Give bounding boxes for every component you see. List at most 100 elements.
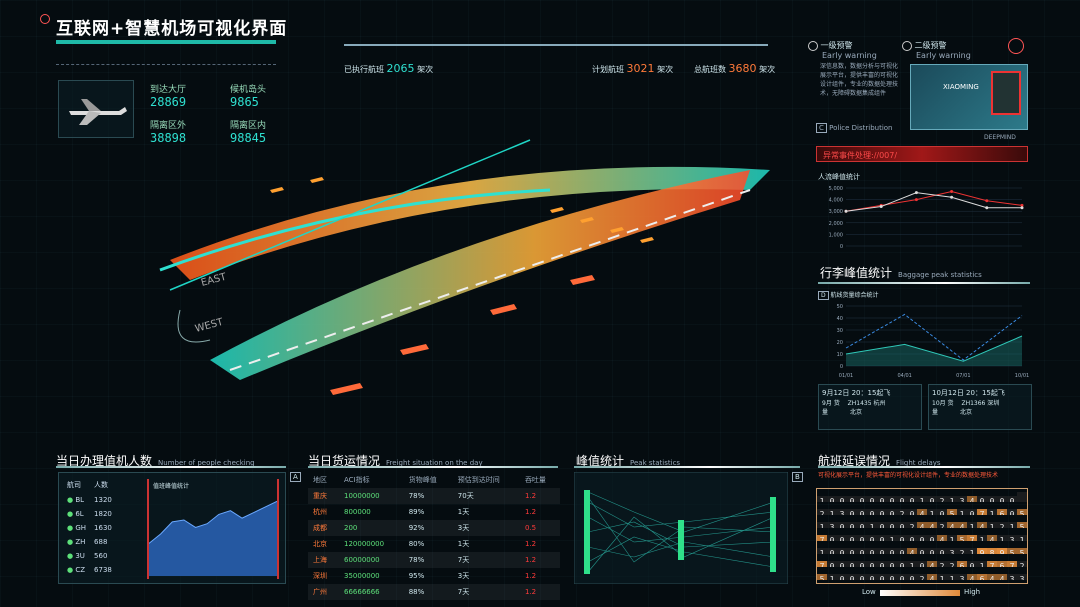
- heatmap-cell: 3: [957, 574, 967, 580]
- airport-3d-map[interactable]: EAST WEST: [150, 110, 790, 420]
- delay-divider: [818, 466, 1030, 468]
- heatmap-cell: 0: [897, 574, 907, 580]
- warning-icon: [902, 40, 912, 51]
- freight-table: 地区 ACI指标 货物峰值 预估到达时间 吞吐量 重庆 10000000 78% 70天 1.2…: [308, 472, 560, 600]
- y-tick-label: 40: [837, 316, 843, 322]
- legend-low: Low: [862, 588, 876, 596]
- flights-executed: 已执行航班 2065 架次: [344, 62, 434, 75]
- heatmap-cell: 0: [857, 574, 867, 580]
- legend-gradient: [880, 590, 960, 596]
- flights-total: 总航班数 3680 架次: [694, 62, 776, 75]
- heatmap-cell: 6: [977, 574, 987, 580]
- table-row: ● CZ 6738: [67, 566, 112, 574]
- data-point: [1020, 206, 1024, 210]
- page-title: 互联网+智慧机场可视化界面: [56, 19, 288, 39]
- checkin-divider: [56, 466, 286, 468]
- warning-icon: [808, 40, 818, 51]
- delay-heatmap: 10000000001021340000 1226213000002041051…: [816, 488, 1028, 584]
- stat-boarding: 候机岛头 9865: [230, 85, 267, 109]
- data-point: [914, 191, 918, 195]
- heatmap-row: 5100000000241134644332 5: [817, 567, 1027, 580]
- heatmap-cell: 1: [827, 574, 837, 580]
- baggage-sublabel: D 航线货量综合统计: [818, 290, 879, 300]
- y-tick-label: 4,000: [829, 198, 843, 204]
- y-tick-label: 3,000: [829, 209, 843, 215]
- series-line: [845, 190, 1023, 212]
- warning-level-1[interactable]: 一级预警 Early warning: [808, 40, 877, 60]
- data-point: [844, 209, 848, 213]
- x-tick-label: 07/01: [956, 373, 970, 379]
- heatmap-cell: 5: [817, 574, 827, 580]
- checkin-table: 航司 人数 ● BL 1320 ● 6L 1820 ● GH 1630 ● ZH 688 …: [63, 477, 116, 577]
- table-row: 杭州 800000 89% 1天 1.2: [313, 508, 537, 516]
- heatmap-cell: 1: [937, 574, 947, 580]
- x-tick-label: 10/01: [1015, 373, 1029, 379]
- baggage-title: 行李峰值统计 Baggage peak statistics: [820, 266, 982, 280]
- target-icon: [1008, 38, 1024, 54]
- data-point: [950, 189, 954, 193]
- y-tick-label: 50: [837, 304, 843, 310]
- data-point: [985, 206, 989, 210]
- y-tick-label: 0: [840, 244, 843, 250]
- y-tick-label: 0: [840, 364, 843, 370]
- heatmap-row: 10000000001021340000 1226: [817, 489, 1027, 502]
- heatmap-cell: 4: [987, 574, 997, 580]
- table-row: 深圳 35000000 95% 3天 1.2: [313, 572, 537, 580]
- delay-desc: 可视化展示平台，提供丰富的可视化设计组件，专业的数据处理技术: [818, 472, 999, 479]
- table-row: ● BL 1320: [67, 496, 112, 504]
- heatmap-cell: [1017, 492, 1027, 502]
- series-area: [846, 336, 1022, 366]
- target-icon: [40, 14, 50, 24]
- police-label: C Police Distribution: [816, 123, 893, 133]
- anomaly-banner[interactable]: 异常事件处理://007/: [816, 146, 1028, 162]
- table-row: ● 3U 560: [67, 552, 108, 560]
- panel-marker-b: B: [792, 472, 803, 482]
- heatmap-cell: 0: [837, 574, 847, 580]
- checkin-chart-frame: 值班峰值统计: [147, 479, 279, 579]
- y-tick-label: 20: [837, 340, 843, 346]
- table-row: 北京 120000000 80% 1天 1.2: [313, 540, 537, 548]
- baggage-card-2[interactable]: 10月12日 20：15起飞 10月 货 ZH1366 深圳 量 北京: [928, 384, 1032, 430]
- title-underline: [56, 40, 276, 44]
- baggage-line-chart: 50 40 30 20 10 0 01/01 04/01 07/01 10/01: [837, 304, 1030, 379]
- data-point: [950, 195, 954, 199]
- plane-thumbnail: [58, 80, 134, 138]
- y-tick-label: 30: [837, 328, 843, 334]
- checkin-area-chart: [148, 500, 278, 576]
- airplane-icon: [69, 99, 127, 125]
- table-row: ● 6L 1820: [67, 510, 112, 518]
- peak-divider: [574, 466, 800, 468]
- peak-parallel-chart: [574, 472, 788, 584]
- people-chart-title: 人流峰值统计: [818, 173, 860, 181]
- divider: [56, 64, 276, 66]
- area-fill: [149, 501, 277, 576]
- table-row: ● GH 1630: [67, 524, 112, 532]
- people-flow-chart: 5,000 4,000 3,000 2,000 1,000 0: [829, 186, 1024, 250]
- legend-high: High: [964, 588, 981, 596]
- table-row: 上海 60000000 78% 7天 1.2: [308, 552, 560, 568]
- table-row: 重庆 10000000 78% 70天 1.2: [308, 488, 560, 504]
- data-point: [914, 198, 918, 202]
- heatmap-row: 7000000100004157141312954456: [817, 528, 1027, 541]
- flights-progress: [344, 44, 768, 46]
- heatmap-row: 1300010002442441412153730: [817, 515, 1027, 528]
- data-point: [879, 205, 883, 209]
- y-tick-label: 5,000: [829, 186, 843, 192]
- y-tick-label: 2,000: [829, 221, 843, 227]
- panel-marker-a: A: [290, 472, 301, 482]
- heatmap-cell: 0: [867, 574, 877, 580]
- heatmap-cell: 1: [947, 574, 957, 580]
- heatmap-cell: 0: [847, 574, 857, 580]
- warning-text: 深信息数，数据分析与可视化展示平台，提供丰富的可视化设计组件，专业的数据处理技术…: [820, 63, 898, 97]
- x-tick-label: 04/01: [897, 373, 911, 379]
- warning-level-2[interactable]: 二级预警 Early warning: [902, 40, 971, 60]
- camera-feed[interactable]: XIAOMING: [910, 64, 1028, 130]
- heatmap-cell: 3: [1017, 574, 1027, 580]
- heatmap-cell: 4: [967, 574, 977, 580]
- heatmap-cell: 4: [997, 574, 1007, 580]
- table-row: 成都 200 92% 3天 0.5: [308, 520, 560, 536]
- baggage-card-1[interactable]: 9月12日 20：15起飞 9月 货 ZH1435 杭州 量 北京: [818, 384, 922, 430]
- y-tick-label: 10: [837, 352, 843, 358]
- heatmap-cell: 0: [907, 574, 917, 580]
- face-box: [991, 71, 1021, 115]
